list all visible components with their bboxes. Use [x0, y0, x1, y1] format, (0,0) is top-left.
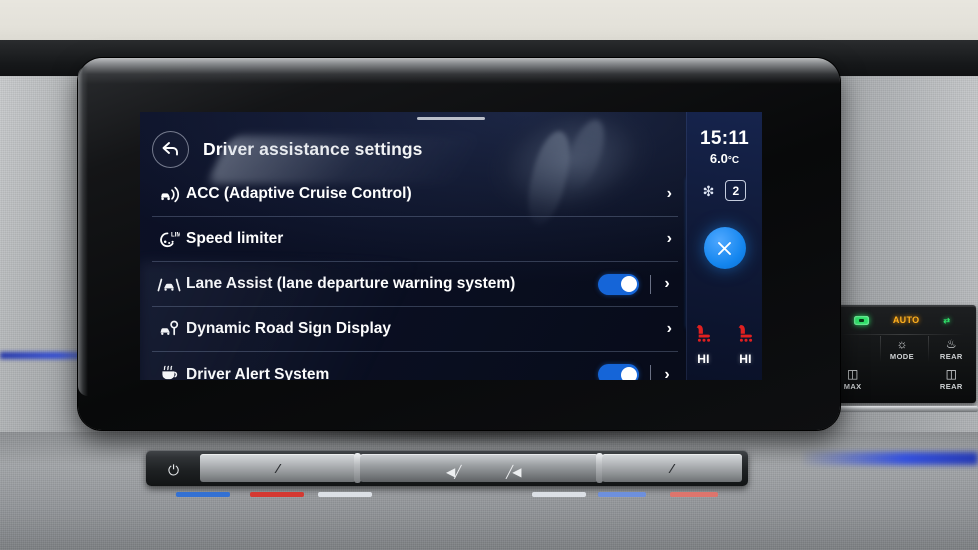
climate-mode-button[interactable]: ☼ MODE: [880, 337, 924, 362]
seat-heater-icon: [696, 325, 710, 342]
speed-limiter-icon: LIM: [152, 230, 186, 248]
rear-defrost-icon: ♨: [945, 337, 957, 351]
led-red-passenger: [670, 492, 718, 497]
touch-slider-bar[interactable]: ⏻ ⁄ ◀╱ ╱◀ ⁄: [146, 450, 748, 486]
road-sign-display-icon: [152, 320, 186, 338]
fan-level-badge[interactable]: 2: [725, 180, 747, 201]
slider-led-indicators: [146, 492, 748, 497]
list-item-speed-limiter[interactable]: LIM Speed limiter ›: [152, 217, 678, 262]
fan-control-row: ❇ 2: [687, 180, 762, 201]
close-button[interactable]: [703, 227, 746, 269]
bezel-top-gloss: [78, 58, 840, 84]
climate-control-panel[interactable]: AUTO ⇄ ☼ MODE ♨ REAR ◫ MAX ◫ REAR: [828, 305, 976, 403]
temperature-unit: °C: [727, 155, 740, 166]
climate-button-row-bottom: ◫ MAX ◫ REAR: [828, 367, 976, 392]
climate-indicator-row: AUTO ⇄: [828, 315, 976, 325]
control-divider: [650, 274, 651, 294]
power-icon[interactable]: ⏻: [168, 462, 179, 479]
led-white-passenger: [532, 492, 586, 497]
drag-handle[interactable]: [417, 117, 485, 120]
slider-tick-icon: ⁄: [276, 460, 280, 476]
led-white-driver: [318, 492, 372, 497]
list-item-controls: ›: [598, 273, 678, 295]
rear-window-icon: ◫: [945, 367, 957, 381]
climate-panel-divider: [840, 334, 964, 335]
list-item-label: Dynamic Road Sign Display: [186, 320, 391, 337]
car-interior-scene: AUTO ⇄ ☼ MODE ♨ REAR ◫ MAX ◫ REAR Driver…: [0, 0, 978, 550]
page-title: Driver assistance settings: [203, 138, 423, 159]
mode-icon: ☼: [896, 337, 908, 351]
seat-heater-level: HI: [739, 352, 752, 366]
seat-heater-row: HI HI: [687, 322, 762, 366]
adaptive-cruise-control-icon: [152, 186, 186, 203]
outside-temperature: 6.0°C: [687, 151, 762, 166]
driver-alert-coffee-icon: [152, 365, 186, 380]
list-item-label: Lane Assist (lane departure warning syst…: [186, 275, 516, 292]
chevron-right-icon[interactable]: ›: [662, 366, 672, 380]
climate-button-row-top: ☼ MODE ♨ REAR: [828, 337, 976, 362]
back-button[interactable]: [152, 130, 189, 168]
led-blue-passenger: [598, 492, 646, 497]
back-arrow-icon: [162, 142, 178, 156]
lane-assist-icon: [152, 276, 186, 293]
rear-window-heater-button[interactable]: ◫ REAR: [929, 367, 973, 392]
volume-up-icon[interactable]: ╱◀: [506, 465, 521, 479]
mode-label: MODE: [889, 352, 915, 361]
temperature-slider-passenger[interactable]: ⁄: [602, 454, 742, 482]
chevron-right-icon[interactable]: ›: [667, 230, 678, 248]
chevron-right-icon[interactable]: ›: [667, 185, 678, 203]
driver-alert-toggle[interactable]: [598, 364, 639, 380]
auto-climate-indicator: AUTO: [892, 315, 920, 325]
temperature-slider-driver[interactable]: ⁄: [200, 454, 356, 482]
list-item-label: Driver Alert System: [186, 365, 330, 381]
rear-defrost-label: REAR: [939, 352, 963, 361]
seat-heater-icon: [738, 325, 752, 342]
chevron-right-icon[interactable]: ›: [667, 320, 678, 338]
list-item-lane-assist[interactable]: Lane Assist (lane departure warning syst…: [152, 262, 678, 307]
seat-heater-level: HI: [697, 352, 710, 366]
slider-tick-icon: ⁄: [670, 460, 674, 476]
svg-text:LIM: LIM: [171, 232, 180, 238]
fan-icon[interactable]: ❇: [703, 184, 715, 198]
list-item-label: Speed limiter: [186, 230, 284, 247]
control-divider: [650, 365, 651, 380]
volume-slider[interactable]: ◀╱ ╱◀: [360, 454, 598, 482]
bezel-left-edge: [78, 66, 88, 396]
clock: 15:11: [699, 128, 750, 149]
list-item-controls: ›: [598, 364, 678, 380]
rear-window-label: REAR: [939, 382, 963, 391]
status-sidebar: 15:11 6.0°C ❇ 2 HI HI: [686, 112, 762, 380]
screen-header: Driver assistance settings: [140, 126, 650, 172]
climate-panel-chrome-trim: [822, 406, 978, 412]
recirculation-indicator: ⇄: [943, 315, 951, 325]
chevron-right-icon[interactable]: ›: [662, 276, 672, 292]
temperature-value: 6.0: [709, 151, 728, 166]
list-item-label: ACC (Adaptive Cruise Control): [186, 185, 412, 202]
list-item-road-sign-display[interactable]: Dynamic Road Sign Display ›: [152, 307, 678, 352]
list-item-driver-alert-system[interactable]: Driver Alert System ›: [152, 352, 678, 380]
led-blue-driver: [176, 492, 230, 497]
rear-defrost-button[interactable]: ♨ REAR: [929, 337, 973, 362]
infotainment-screen[interactable]: Driver assistance settings ACC (Adaptive…: [140, 112, 762, 380]
seat-heater-driver[interactable]: HI: [690, 322, 718, 366]
volume-down-icon[interactable]: ◀╱: [446, 465, 461, 479]
lane-assist-toggle[interactable]: [598, 273, 639, 295]
close-x-icon: [718, 241, 731, 255]
infotainment-display-bezel: Driver assistance settings ACC (Adaptive…: [78, 58, 840, 430]
windshield-defrost-led: [853, 315, 869, 325]
ambient-light-right: [803, 452, 978, 465]
led-red-driver: [250, 492, 304, 497]
seat-heater-passenger[interactable]: HI: [732, 322, 760, 366]
settings-list: ACC (Adaptive Cruise Control) › LIM Spee…: [152, 172, 678, 380]
list-item-acc[interactable]: ACC (Adaptive Cruise Control) ›: [152, 172, 678, 217]
